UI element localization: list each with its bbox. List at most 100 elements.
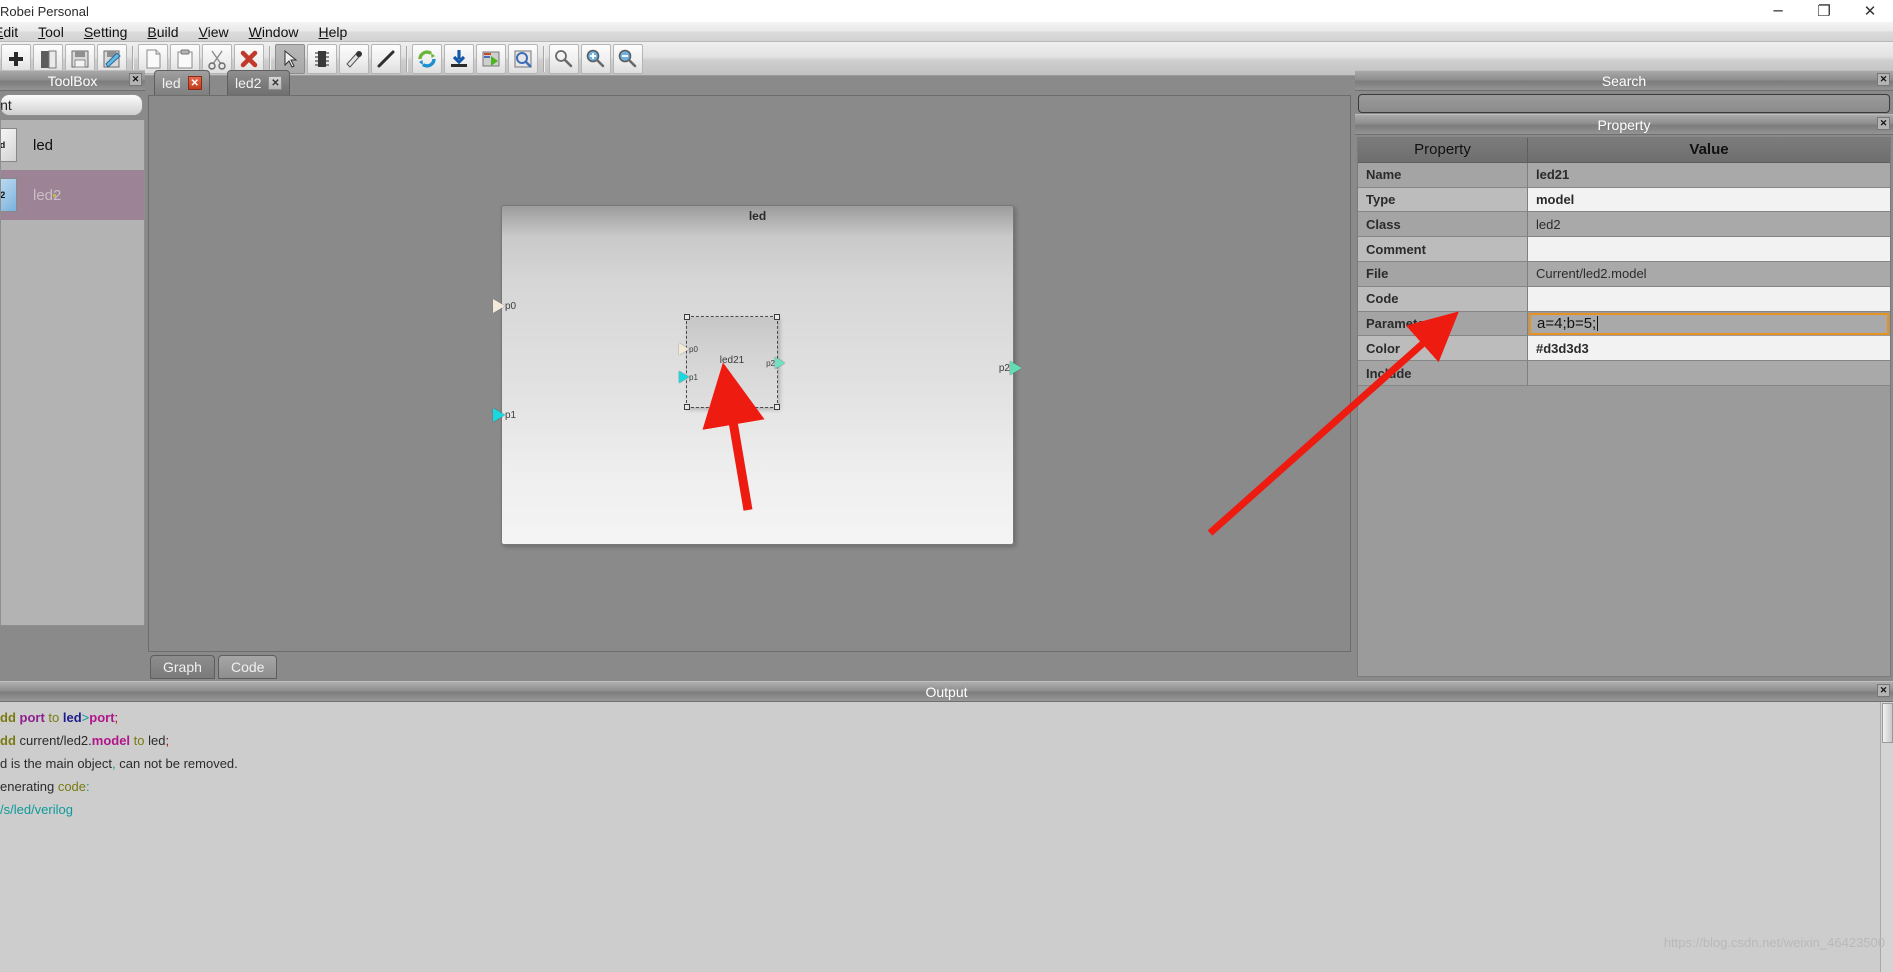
editor-tab-led[interactable]: led ✕: [154, 70, 210, 95]
menu-item-setting[interactable]: Setting: [74, 22, 138, 42]
inner-port-p2[interactable]: p2: [766, 357, 785, 369]
property-value-include[interactable]: [1528, 361, 1890, 386]
property-key-type: Type: [1358, 187, 1528, 213]
outer-port-p1-label: p1: [505, 409, 517, 421]
property-close-icon[interactable]: ✕: [1877, 117, 1890, 130]
output-line: enerating code:: [0, 779, 1893, 802]
toolbox-item-thumbnail-icon: ed: [1, 128, 17, 162]
output-line: d is the main object, can not be removed…: [0, 756, 1893, 779]
toolbox-item-list[interactable]: edled d2 led2: [0, 120, 145, 626]
search-close-icon[interactable]: ✕: [1877, 73, 1890, 86]
outer-port-p2[interactable]: p2: [999, 361, 1022, 375]
property-header-key: Property: [1358, 138, 1528, 163]
close-button[interactable]: ✕: [1847, 0, 1893, 22]
menu-item-view[interactable]: View: [189, 22, 239, 42]
menu-item-edit[interactable]: Edit: [0, 22, 28, 42]
output-title-bar: Output ✕: [0, 681, 1893, 702]
property-value-file[interactable]: Current/led2.model: [1528, 261, 1890, 287]
port-triangle-icon: [679, 371, 689, 383]
output-token: can not be removed.: [115, 756, 238, 771]
property-value-class[interactable]: led2: [1528, 212, 1890, 238]
inner-model-led21[interactable]: led21 p0 p1 p2: [679, 314, 785, 410]
property-value-code[interactable]: [1528, 286, 1890, 312]
module-icon[interactable]: [307, 43, 337, 74]
open-icon[interactable]: [33, 43, 63, 74]
toolbox-library-selector[interactable]: rrent: [0, 94, 143, 116]
outer-port-p1[interactable]: p1: [493, 408, 516, 422]
output-token: led: [148, 733, 166, 748]
run-icon[interactable]: [476, 43, 506, 74]
output-line: dd port to led>port;: [0, 710, 1893, 733]
pointer-icon[interactable]: [275, 43, 305, 74]
zoom-in-icon[interactable]: [581, 43, 611, 74]
property-row-type: Type model: [1358, 187, 1890, 213]
output-token: enerating: [0, 779, 58, 794]
copy-icon[interactable]: [138, 43, 168, 74]
save-as-icon[interactable]: [97, 43, 127, 74]
delete-icon[interactable]: [234, 43, 264, 74]
module-led[interactable]: led p0 p1 p2 led21 p0 p1 p2: [493, 205, 1022, 545]
inner-port-p0-label: p0: [689, 344, 698, 354]
graph-canvas[interactable]: led p0 p1 p2 led21 p0 p1 p2: [148, 95, 1351, 652]
inner-port-p1[interactable]: p1: [679, 371, 698, 383]
editor-tab-close-icon[interactable]: ✕: [187, 76, 202, 90]
port-icon[interactable]: [339, 43, 369, 74]
output-scrollbar[interactable]: [1880, 702, 1893, 972]
toolbox-item-label: led: [33, 136, 54, 154]
minimize-button[interactable]: ─: [1755, 0, 1801, 22]
output-scroll-thumb[interactable]: [1882, 703, 1893, 743]
wire-icon[interactable]: [371, 43, 401, 74]
menu-item-help[interactable]: Help: [308, 22, 357, 42]
inner-port-p0[interactable]: p0: [679, 343, 698, 355]
resize-handle-top-right[interactable]: [774, 314, 780, 320]
menu-item-window[interactable]: Window: [239, 22, 309, 42]
maximize-button[interactable]: ❐: [1801, 0, 1847, 22]
resize-handle-bottom-right[interactable]: [774, 404, 780, 410]
output-token: model: [91, 733, 131, 748]
inspect-icon[interactable]: [508, 43, 538, 74]
view-tab-graph[interactable]: Graph: [150, 655, 215, 679]
inner-port-p2-label: p2: [766, 358, 775, 368]
search-title-bar: Search ✕: [1355, 70, 1893, 91]
app-title: Robei Personal: [0, 3, 89, 19]
download-icon[interactable]: [444, 43, 474, 74]
property-value-parameters[interactable]: a=4;b=5;: [1529, 312, 1889, 336]
property-value-comment[interactable]: [1528, 237, 1890, 262]
search-input[interactable]: [1358, 94, 1890, 113]
property-value-type[interactable]: model: [1528, 187, 1890, 213]
module-title: led: [748, 209, 767, 223]
editor-tab-close-icon[interactable]: ✕: [268, 76, 283, 90]
outer-port-p0[interactable]: p0: [493, 299, 516, 313]
output-close-icon[interactable]: ✕: [1877, 684, 1890, 697]
toolbox-item-label: led2: [33, 186, 62, 204]
property-header-value: Value: [1528, 138, 1890, 163]
property-row-name: Name led21: [1358, 162, 1890, 188]
save-icon[interactable]: [65, 43, 95, 74]
watermark-text: https://blog.csdn.net/weixin_46423500: [1663, 935, 1885, 950]
toolbox-item-led[interactable]: edled: [1, 120, 144, 170]
cut-icon[interactable]: [202, 43, 232, 74]
search-title: Search: [1601, 73, 1647, 89]
zoom-icon[interactable]: [549, 43, 579, 74]
output-log[interactable]: dd port to led>port; dd current/led2.mode…: [0, 702, 1893, 972]
property-value-color[interactable]: #d3d3d3: [1528, 336, 1890, 362]
menu-item-build[interactable]: Build: [137, 22, 188, 42]
paste-icon[interactable]: [170, 43, 200, 74]
toolbox-close-icon[interactable]: ✕: [129, 73, 142, 86]
port-triangle-icon: [493, 299, 505, 313]
text-cursor: [1597, 316, 1599, 332]
new-icon[interactable]: [1, 43, 31, 74]
resize-handle-bottom-left[interactable]: [684, 404, 690, 410]
zoom-out-icon[interactable]: [613, 43, 643, 74]
refresh-icon[interactable]: [412, 43, 442, 74]
resize-handle-top-left[interactable]: [684, 314, 690, 320]
toolbox-library-value: rrent: [0, 97, 12, 113]
toolbox-item-marker-icon: [53, 193, 56, 197]
toolbox-panel: ToolBox ✕ rrent edledd2led2 stem: [0, 70, 145, 746]
toolbox-item-led2[interactable]: d2 led2: [1, 170, 144, 220]
property-value-name[interactable]: led21: [1528, 162, 1890, 188]
outer-port-p0-label: p0: [505, 300, 517, 312]
menu-item-tool[interactable]: Tool: [28, 22, 74, 42]
editor-tab-led2[interactable]: led2 ✕: [227, 70, 291, 95]
view-tab-code[interactable]: Code: [218, 655, 278, 679]
